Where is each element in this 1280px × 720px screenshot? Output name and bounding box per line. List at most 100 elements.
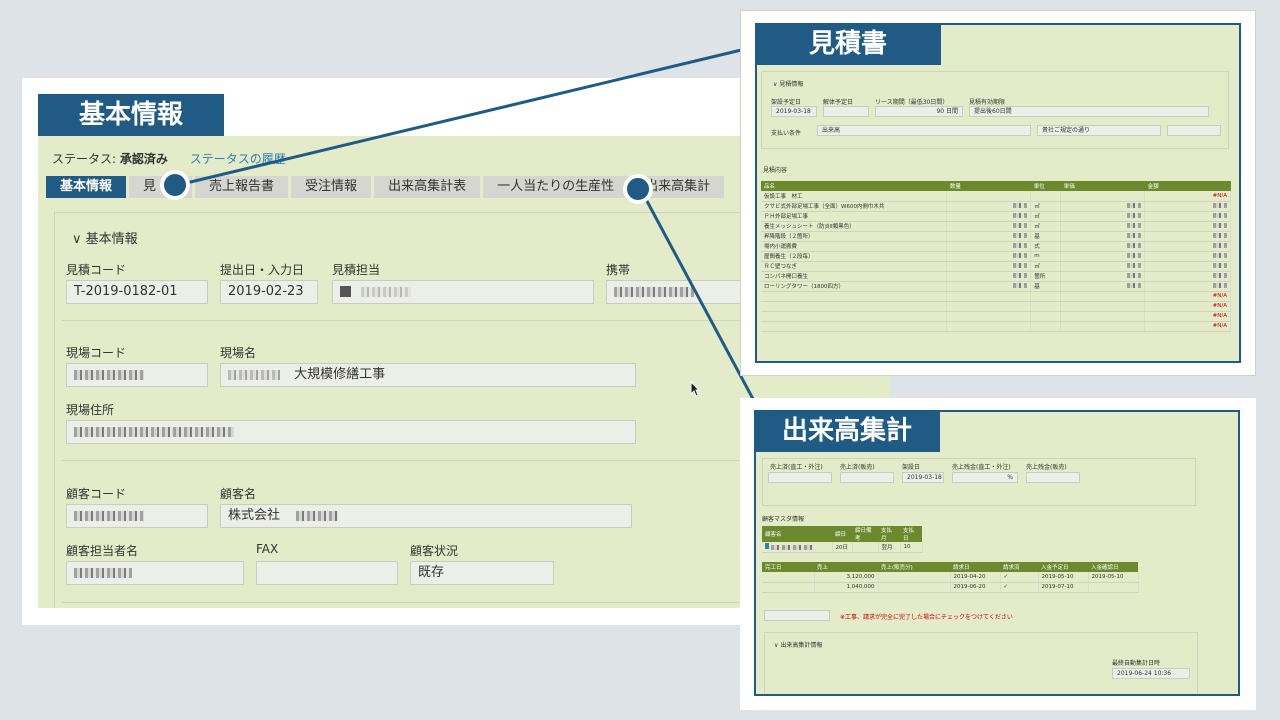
quote-f3-field[interactable]: 90 日間 — [875, 106, 963, 117]
item-price — [1060, 311, 1146, 322]
col-header-name: 品名 — [761, 181, 947, 191]
item-unit: ㎡ — [1030, 261, 1062, 272]
item-price — [1060, 271, 1146, 282]
redacted-text — [1013, 203, 1028, 208]
customer-master-label: 顧客マスタ情報 — [762, 516, 805, 523]
redacted-text — [1013, 213, 1028, 218]
item-unit — [1030, 191, 1062, 202]
redacted-text — [1213, 233, 1227, 238]
quote-item-row[interactable]: 場内小運搬費 式 — [761, 241, 1231, 252]
item-amount — [1144, 271, 1231, 282]
item-qty — [946, 271, 1032, 282]
quote-item-row[interactable]: ＲＣ壁つなぎ ㎡ — [761, 261, 1231, 272]
billing-row[interactable]: 1,040,000 2019-06-20 ✓ 2019-07-10 — [762, 582, 1139, 593]
connector-dot — [623, 174, 653, 204]
item-price — [1060, 241, 1146, 252]
bill-cell — [762, 572, 815, 583]
quote-f5-field[interactable]: 出来高 — [817, 125, 1031, 136]
quote-item-row[interactable]: #N/A — [761, 301, 1231, 312]
billing-header-row: 完工日 売上 売上(販売分) 請求日 請求済 入金予定日 入金確認日 — [762, 562, 1138, 572]
redacted-text — [1213, 203, 1227, 208]
bill-col-sales-goods: 売上(販売分) — [878, 562, 950, 572]
item-qty — [946, 321, 1032, 332]
redacted-text — [1127, 253, 1142, 258]
bill-col-sales: 売上 — [814, 562, 878, 572]
item-amount — [1144, 261, 1231, 272]
item-amount: #N/A — [1144, 311, 1231, 322]
billing-row[interactable]: 3,120,000 2019-04-20 ✓ 2019-05-10 2019-0… — [762, 572, 1139, 583]
auto-summary-label: 最終自動集計日時 — [1112, 660, 1161, 667]
quote-item-row[interactable]: ＰＨ外部足場工事 ㎡ — [761, 211, 1231, 222]
redacted-text — [1013, 233, 1028, 238]
quote-item-row[interactable]: #N/A — [761, 311, 1231, 322]
summary-f4-field[interactable]: % — [952, 472, 1018, 483]
col-header-price: 単価 — [1060, 181, 1145, 191]
quote-f1-label: 架設予定日 — [771, 99, 802, 106]
quote-item-row[interactable]: 養生メッシュシート（防炎Ⅱ類黒色） ㎡ — [761, 221, 1231, 232]
summary-f5-label: 売上残金(販売) — [1026, 464, 1067, 471]
summary-extra-field[interactable] — [764, 610, 830, 621]
quote-item-row[interactable]: コンパネ開口養生 箇所 — [761, 271, 1231, 282]
quote-item-row[interactable]: #N/A — [761, 291, 1231, 302]
master-col-pay-day: 支払日 — [900, 526, 922, 542]
item-unit: 基 — [1030, 231, 1062, 242]
item-amount: #N/A — [1144, 301, 1231, 312]
redacted-text — [1213, 273, 1227, 278]
bill-cell: 2019-07-10 — [1038, 582, 1089, 593]
quote-title: 見積書 — [755, 23, 941, 65]
item-amount — [1144, 281, 1231, 292]
item-qty — [946, 291, 1032, 302]
item-unit: ㎡ — [1030, 221, 1062, 232]
summary-info-header[interactable]: ∨ 出来高集計情報 — [774, 640, 822, 649]
quote-f2-label: 解体予定日 — [823, 99, 854, 106]
quote-content-label: 見積内容 — [763, 167, 788, 174]
redacted-text — [1013, 283, 1028, 288]
master-pay-day-value: 10 — [900, 542, 923, 553]
col-header-unit: 単位 — [1030, 181, 1061, 191]
quote-item-row[interactable]: ローリングタワー（1800四方） 基 — [761, 281, 1231, 292]
item-unit: 箇所 — [1030, 271, 1062, 282]
quote-info-header[interactable]: ∨ 見積情報 — [773, 79, 803, 88]
billed-check[interactable]: ✓ — [1000, 572, 1039, 583]
quote-body: ∨ 見積情報 架設予定日 2019-03-18 解体予定日 リース期間（最低30… — [755, 23, 1241, 363]
summary-f1-field[interactable] — [768, 472, 832, 483]
billed-check[interactable]: ✓ — [1000, 582, 1039, 593]
auto-summary-field[interactable]: 2019-06-24 10:36 — [1112, 668, 1190, 679]
item-unit: ㎡ — [1030, 201, 1062, 212]
bill-col-paid: 入金確認日 — [1088, 562, 1138, 572]
quote-item-row[interactable]: クサビ式外部足場工事（全面）W600内側巾木共 ㎡ — [761, 201, 1231, 212]
quote-item-row[interactable]: 昇降階段（２箇所） 基 — [761, 231, 1231, 242]
item-price — [1060, 321, 1146, 332]
bill-cell: 2019-06-20 — [950, 582, 1001, 593]
redacted-text — [1127, 233, 1142, 238]
quote-f6-field[interactable]: 貴社ご規定の通り — [1037, 125, 1161, 136]
item-amount — [1144, 231, 1231, 242]
quote-panel: ∨ 見積情報 架設予定日 2019-03-18 解体予定日 リース期間（最低30… — [740, 10, 1256, 376]
item-qty — [946, 241, 1032, 252]
quote-f4-field[interactable]: 提出後60日間 — [969, 106, 1209, 117]
quote-item-row[interactable]: 仮設工事 材工 #N/A — [761, 191, 1231, 202]
summary-f4-label: 売上残金(直工・外注) — [952, 464, 1011, 471]
quote-f7-field[interactable] — [1167, 125, 1221, 136]
bill-cell — [878, 572, 951, 583]
quote-f1-field[interactable]: 2019-03-18 — [771, 106, 817, 117]
redacted-text — [1127, 263, 1142, 268]
master-row[interactable]: 20日 翌月 10 — [762, 542, 923, 553]
summary-f3-label: 架設日 — [902, 464, 921, 471]
quote-f2-field[interactable] — [823, 106, 869, 117]
item-price — [1060, 251, 1146, 262]
item-price — [1060, 211, 1146, 222]
item-qty — [946, 261, 1032, 272]
redacted-text — [1213, 223, 1227, 228]
item-amount — [1144, 221, 1231, 232]
summary-f2-field[interactable] — [840, 472, 894, 483]
summary-f3-field[interactable]: 2019-03-18 — [902, 472, 944, 483]
summary-f5-field[interactable] — [1026, 472, 1080, 483]
item-name — [761, 311, 948, 322]
bill-cell — [1088, 582, 1139, 593]
quote-item-row[interactable]: 屋間養生（２段毎） m — [761, 251, 1231, 262]
quote-item-row[interactable]: #N/A — [761, 321, 1231, 332]
quote-f5-label: 支払い条件 — [771, 130, 802, 137]
master-col-close-note: 締日備考 — [852, 526, 878, 542]
item-unit: 基 — [1030, 281, 1062, 292]
